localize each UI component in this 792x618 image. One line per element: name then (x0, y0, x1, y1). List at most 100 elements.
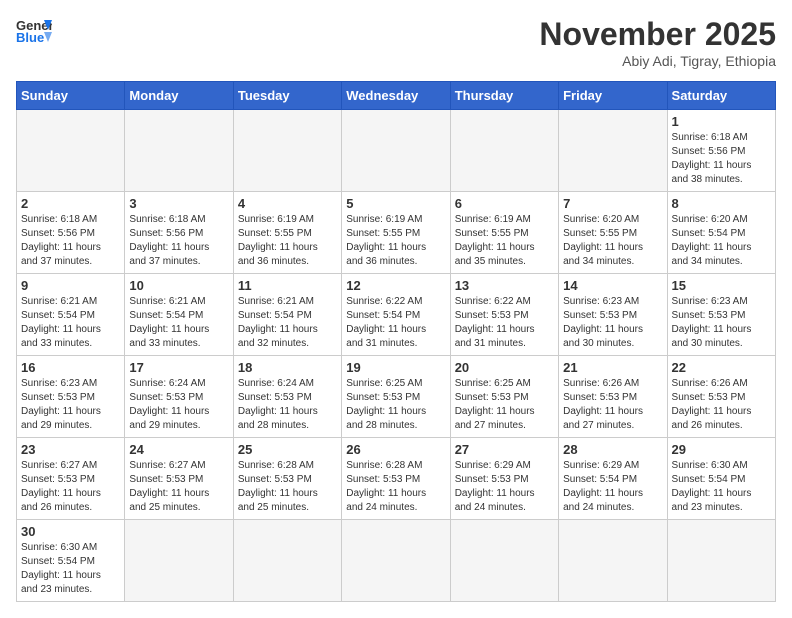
day-info: Sunrise: 6:28 AM Sunset: 5:53 PM Dayligh… (346, 459, 445, 515)
day-info: Sunrise: 6:20 AM Sunset: 5:55 PM Dayligh… (563, 213, 662, 269)
day-info: Sunrise: 6:29 AM Sunset: 5:53 PM Dayligh… (455, 459, 554, 515)
day-number: 24 (129, 442, 228, 457)
day-number: 23 (21, 442, 120, 457)
weekday-header-wednesday: Wednesday (342, 82, 450, 110)
svg-text:Blue: Blue (16, 30, 44, 44)
calendar-week-row: 23Sunrise: 6:27 AM Sunset: 5:53 PM Dayli… (17, 438, 776, 520)
day-number: 28 (563, 442, 662, 457)
calendar-cell: 15 Sunrise: 6:23 AM Sunset: 5:53 PM Dayli… (667, 274, 775, 356)
day-number: 6 (455, 196, 554, 211)
day-info: Sunrise: 6:18 AM Sunset: 5:56 PM Dayligh… (129, 213, 228, 269)
calendar-cell: 16 Sunrise: 6:23 AM Sunset: 5:53 PM Dayli… (17, 356, 125, 438)
weekday-header-monday: Monday (125, 82, 233, 110)
day-info: Sunrise: 6:30 AM Sunset: 5:54 PM Dayligh… (672, 459, 771, 515)
day-number: 25 (238, 442, 337, 457)
weekday-header-sunday: Sunday (17, 82, 125, 110)
day-info: Sunrise: 6:18 AM Sunset: 5:56 PM Dayligh… (672, 131, 771, 187)
day-info: Sunrise: 6:24 AM Sunset: 5:53 PM Dayligh… (238, 377, 337, 433)
day-number: 27 (455, 442, 554, 457)
weekday-header-friday: Friday (559, 82, 667, 110)
calendar-cell: 8 Sunrise: 6:20 AM Sunset: 5:54 PM Daylig… (667, 192, 775, 274)
day-number: 11 (238, 278, 337, 293)
day-number: 2 (21, 196, 120, 211)
day-number: 12 (346, 278, 445, 293)
day-info: Sunrise: 6:24 AM Sunset: 5:53 PM Dayligh… (129, 377, 228, 433)
calendar-cell: 9Sunrise: 6:21 AM Sunset: 5:54 PM Daylig… (17, 274, 125, 356)
calendar-cell: 22Sunrise: 6:26 AM Sunset: 5:53 PM Dayli… (667, 356, 775, 438)
calendar-cell (233, 520, 341, 602)
calendar-cell: 28 Sunrise: 6:29 AM Sunset: 5:54 PM Dayli… (559, 438, 667, 520)
day-info: Sunrise: 6:23 AM Sunset: 5:53 PM Dayligh… (563, 295, 662, 351)
day-number: 15 (672, 278, 771, 293)
calendar-cell: 5 Sunrise: 6:19 AM Sunset: 5:55 PM Daylig… (342, 192, 450, 274)
day-number: 19 (346, 360, 445, 375)
calendar-cell (342, 110, 450, 192)
calendar-table: SundayMondayTuesdayWednesdayThursdayFrid… (16, 81, 776, 602)
day-number: 8 (672, 196, 771, 211)
calendar-cell: 29Sunrise: 6:30 AM Sunset: 5:54 PM Dayli… (667, 438, 775, 520)
calendar-cell: 12 Sunrise: 6:22 AM Sunset: 5:54 PM Dayli… (342, 274, 450, 356)
day-info: Sunrise: 6:26 AM Sunset: 5:53 PM Dayligh… (563, 377, 662, 433)
calendar-week-row: 16 Sunrise: 6:23 AM Sunset: 5:53 PM Dayli… (17, 356, 776, 438)
day-info: Sunrise: 6:23 AM Sunset: 5:53 PM Dayligh… (21, 377, 120, 433)
day-info: Sunrise: 6:23 AM Sunset: 5:53 PM Dayligh… (672, 295, 771, 351)
day-number: 21 (563, 360, 662, 375)
day-info: Sunrise: 6:19 AM Sunset: 5:55 PM Dayligh… (346, 213, 445, 269)
calendar-cell: 27 Sunrise: 6:29 AM Sunset: 5:53 PM Dayli… (450, 438, 558, 520)
day-info: Sunrise: 6:25 AM Sunset: 5:53 PM Dayligh… (455, 377, 554, 433)
calendar-cell: 19 Sunrise: 6:25 AM Sunset: 5:53 PM Dayli… (342, 356, 450, 438)
calendar-cell (559, 110, 667, 192)
calendar-cell: 3 Sunrise: 6:18 AM Sunset: 5:56 PM Daylig… (125, 192, 233, 274)
calendar-cell: 2 Sunrise: 6:18 AM Sunset: 5:56 PM Daylig… (17, 192, 125, 274)
calendar-week-row: 9 Sunrise: 6:21 AM Sunset: 5:54 PM Daylig… (17, 274, 776, 356)
day-info: Sunrise: 6:19 AM Sunset: 5:55 PM Dayligh… (238, 213, 337, 269)
calendar-cell: 23Sunrise: 6:27 AM Sunset: 5:53 PM Dayli… (17, 438, 125, 520)
day-number: 16 (21, 360, 120, 375)
logo: General Blue (16, 16, 52, 44)
day-number: 18 (238, 360, 337, 375)
day-number: 7 (563, 196, 662, 211)
day-info: Sunrise: 6:25 AM Sunset: 5:53 PM Dayligh… (346, 377, 445, 433)
day-number: 9 (21, 278, 120, 293)
day-info: Sunrise: 6:21 AM Sunset: 5:54 PM Dayligh… (238, 295, 337, 351)
calendar-cell: 1 Sunrise: 6:18 AM Sunset: 5:56 PM Daylig… (667, 110, 775, 192)
calendar-cell: 6Sunrise: 6:19 AM Sunset: 5:55 PM Daylig… (450, 192, 558, 274)
calendar-cell: 24Sunrise: 6:27 AM Sunset: 5:53 PM Dayli… (125, 438, 233, 520)
day-info: Sunrise: 6:30 AM Sunset: 5:54 PM Dayligh… (21, 541, 120, 597)
calendar-cell: 25 Sunrise: 6:28 AM Sunset: 5:53 PM Dayli… (233, 438, 341, 520)
day-number: 13 (455, 278, 554, 293)
day-info: Sunrise: 6:22 AM Sunset: 5:54 PM Dayligh… (346, 295, 445, 351)
calendar-cell: 20 Sunrise: 6:25 AM Sunset: 5:53 PM Dayli… (450, 356, 558, 438)
weekday-header-saturday: Saturday (667, 82, 775, 110)
day-number: 20 (455, 360, 554, 375)
day-number: 14 (563, 278, 662, 293)
day-info: Sunrise: 6:28 AM Sunset: 5:53 PM Dayligh… (238, 459, 337, 515)
location: Abiy Adi, Tigray, Ethiopia (539, 53, 776, 69)
page-header: General Blue November 2025 Abiy Adi, Tig… (16, 16, 776, 69)
calendar-cell (667, 520, 775, 602)
calendar-week-row: 2 Sunrise: 6:18 AM Sunset: 5:56 PM Daylig… (17, 192, 776, 274)
calendar-cell (450, 110, 558, 192)
day-info: Sunrise: 6:22 AM Sunset: 5:53 PM Dayligh… (455, 295, 554, 351)
calendar-cell (559, 520, 667, 602)
calendar-cell: 4Sunrise: 6:19 AM Sunset: 5:55 PM Daylig… (233, 192, 341, 274)
calendar-cell (17, 110, 125, 192)
day-number: 3 (129, 196, 228, 211)
day-number: 26 (346, 442, 445, 457)
day-number: 17 (129, 360, 228, 375)
calendar-cell (125, 110, 233, 192)
calendar-cell: 17 Sunrise: 6:24 AM Sunset: 5:53 PM Dayli… (125, 356, 233, 438)
day-info: Sunrise: 6:29 AM Sunset: 5:54 PM Dayligh… (563, 459, 662, 515)
day-info: Sunrise: 6:20 AM Sunset: 5:54 PM Dayligh… (672, 213, 771, 269)
calendar-cell: 11 Sunrise: 6:21 AM Sunset: 5:54 PM Dayli… (233, 274, 341, 356)
calendar-week-row: 1 Sunrise: 6:18 AM Sunset: 5:56 PM Daylig… (17, 110, 776, 192)
calendar-cell (450, 520, 558, 602)
calendar-cell: 30Sunrise: 6:30 AM Sunset: 5:54 PM Dayli… (17, 520, 125, 602)
day-number: 1 (672, 114, 771, 129)
calendar-cell: 10Sunrise: 6:21 AM Sunset: 5:54 PM Dayli… (125, 274, 233, 356)
day-number: 5 (346, 196, 445, 211)
day-info: Sunrise: 6:18 AM Sunset: 5:56 PM Dayligh… (21, 213, 120, 269)
calendar-cell: 7 Sunrise: 6:20 AM Sunset: 5:55 PM Daylig… (559, 192, 667, 274)
day-number: 22 (672, 360, 771, 375)
weekday-header-thursday: Thursday (450, 82, 558, 110)
